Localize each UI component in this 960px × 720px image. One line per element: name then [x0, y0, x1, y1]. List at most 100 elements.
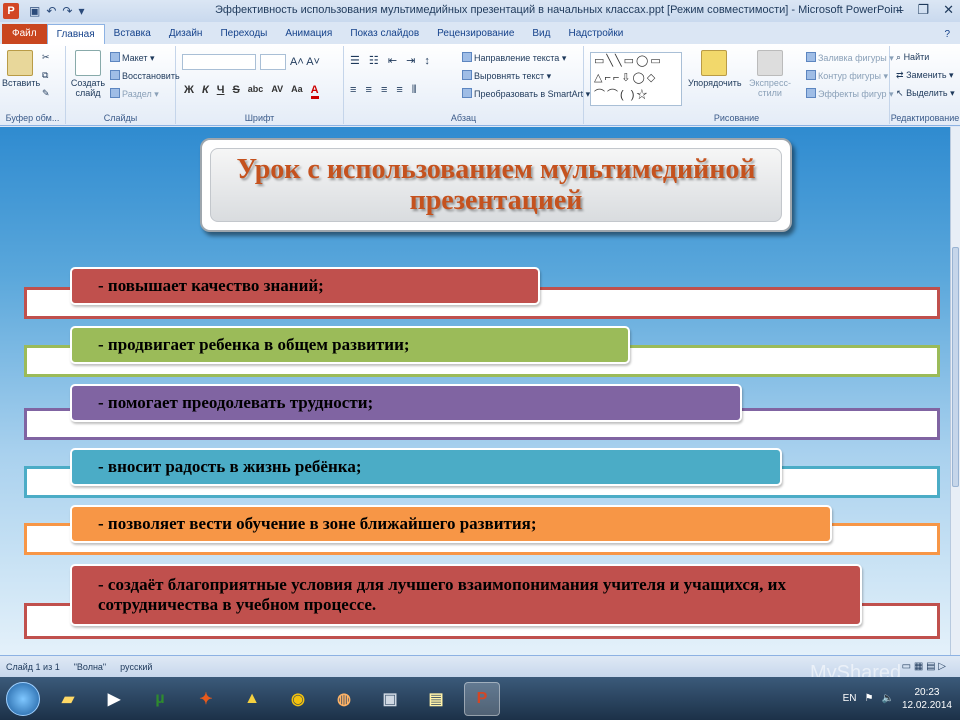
font-color-icon[interactable]: A — [310, 84, 319, 99]
section-label: Раздел — [122, 89, 152, 99]
redo-icon[interactable]: ↷ — [62, 4, 72, 18]
tab-home[interactable]: Главная — [46, 24, 105, 44]
shape-fill-icon — [806, 52, 816, 62]
cut-icon[interactable]: ✂ — [42, 52, 50, 63]
tab-addins[interactable]: Надстройки — [559, 24, 632, 44]
reset-button[interactable]: Восстановить — [110, 70, 180, 81]
list-icons[interactable]: ☰ ☷ ⇤ ⇥ ↕ — [350, 54, 433, 67]
shape-effects-label: Эффекты фигур — [818, 89, 887, 99]
font-group-label: Шрифт — [244, 113, 275, 123]
tab-view[interactable]: Вид — [523, 24, 559, 44]
taskbar-save-icon[interactable]: ▣ — [372, 682, 408, 716]
section-button[interactable]: Раздел ▾ — [110, 88, 159, 100]
help-icon[interactable]: ? — [944, 29, 950, 44]
bullet-item[interactable]: - повышает качество знаний; — [70, 267, 540, 305]
tray-flag-icon[interactable]: ⚑ — [865, 693, 874, 704]
layout-icon — [110, 52, 120, 62]
customize-qat-icon[interactable]: ▾ — [78, 4, 84, 18]
ribbon-tabs: Файл Главная Вставка Дизайн Переходы Ани… — [0, 22, 960, 44]
taskbar-firefox-icon[interactable]: ◍ — [326, 682, 362, 716]
tab-review[interactable]: Рецензирование — [428, 24, 523, 44]
shape-effects-button[interactable]: Эффекты фигур ▾ — [806, 88, 894, 100]
tab-slideshow[interactable]: Показ слайдов — [341, 24, 428, 44]
replace-button[interactable]: ⇄ Заменить ▾ — [896, 70, 954, 81]
text-direction-button[interactable]: Направление текста ▾ — [462, 52, 566, 64]
taskbar-utorrent-icon[interactable]: µ — [142, 682, 178, 716]
vertical-scrollbar[interactable] — [950, 127, 960, 655]
slide-title[interactable]: Урок с использованием мультимедийной пре… — [202, 154, 790, 216]
arrange-button[interactable]: Упорядочить — [688, 50, 742, 88]
save-icon[interactable]: ▣ — [29, 4, 40, 18]
font-size-input[interactable] — [260, 54, 286, 70]
grow-font-icon[interactable]: A˄ A˅ — [290, 56, 320, 68]
format-painter-icon[interactable]: ✎ — [42, 88, 50, 99]
paste-button[interactable]: Вставить — [2, 50, 40, 88]
language-tray[interactable]: EN — [843, 693, 857, 704]
quick-styles-button[interactable]: Экспресс-стили — [742, 50, 798, 98]
case-button[interactable]: Aa — [291, 84, 303, 99]
copy-icon[interactable]: ⧉ — [42, 70, 48, 81]
bullet-item[interactable]: - продвигает ребенка в общем развитии; — [70, 326, 630, 364]
select-button[interactable]: ↖ Выделить ▾ — [896, 88, 955, 99]
shapes-gallery[interactable]: ▭╲╲▭◯▭ △⌐⌐⇩◯◇ ⌒⌒( )☆ — [590, 52, 682, 106]
clock[interactable]: 20:23 12.02.2014 — [902, 686, 952, 712]
select-label: Выделить — [906, 88, 948, 98]
bullet-item[interactable]: - вносит радость в жизнь ребёнка; — [70, 448, 782, 486]
strikethrough-button[interactable]: S — [232, 84, 239, 99]
taskbar-notes-icon[interactable]: ▤ — [418, 682, 454, 716]
tab-insert[interactable]: Вставка — [105, 24, 160, 44]
new-slide-button[interactable]: Создать слайд — [70, 50, 106, 98]
paste-icon — [7, 50, 33, 76]
bullet-item[interactable]: - помогает преодолевать трудности; — [70, 384, 742, 422]
taskbar-folder-icon[interactable]: ▰ — [50, 682, 86, 716]
group-paragraph: ☰ ☷ ⇤ ⇥ ↕ ≡ ≡ ≡ ≡ ⫴ Направление текста ▾… — [344, 46, 590, 124]
theme-name[interactable]: "Волна" — [74, 662, 106, 672]
tab-transitions[interactable]: Переходы — [211, 24, 276, 44]
clipboard-group-label: Буфер обм... — [5, 113, 60, 123]
shape-outline-button[interactable]: Контур фигуры ▾ — [806, 70, 888, 82]
view-controls[interactable]: ▭ ▦ ▤ ▷ — [902, 661, 946, 672]
smartart-label: Преобразовать в SmartArt — [474, 89, 584, 99]
underline-button[interactable]: Ч — [217, 84, 225, 99]
language-indicator[interactable]: русский — [120, 662, 152, 672]
taskbar-media-icon[interactable]: ▶ — [96, 682, 132, 716]
tab-animation[interactable]: Анимация — [276, 24, 341, 44]
powerpoint-app-icon[interactable]: P — [3, 3, 19, 19]
bullet-item-text: - повышает качество знаний; — [98, 276, 324, 295]
taskbar-chrome-icon[interactable]: ◉ — [280, 682, 316, 716]
shape-fill-button[interactable]: Заливка фигуры ▾ — [806, 52, 894, 64]
taskbar-app-icon[interactable]: ✦ — [188, 682, 224, 716]
shadow-button[interactable]: abc — [248, 84, 264, 99]
tab-design[interactable]: Дизайн — [160, 24, 212, 44]
minimize-icon[interactable]: – — [896, 2, 903, 18]
maximize-icon[interactable]: ❐ — [917, 2, 929, 18]
italic-button[interactable]: К — [202, 84, 209, 99]
start-button[interactable] — [6, 681, 40, 716]
find-button[interactable]: ⌕ Найти — [896, 52, 929, 63]
paragraph-group-label: Абзац — [450, 113, 477, 123]
window-title: Эффективность использования мультимедийн… — [215, 4, 903, 16]
spacing-button[interactable]: AV — [271, 84, 283, 99]
bold-button[interactable]: Ж — [184, 84, 194, 99]
bullet-item[interactable]: - позволяет вести обучение в зоне ближай… — [70, 505, 832, 543]
tray-volume-icon[interactable]: 🔈 — [881, 693, 893, 704]
font-name-input[interactable] — [182, 54, 256, 70]
align-text-label: Выровнять текст — [474, 71, 545, 81]
bullet-item[interactable]: - создаёт благоприятные условия для лучш… — [70, 564, 862, 626]
align-text-icon — [462, 70, 472, 80]
new-slide-icon — [75, 50, 101, 76]
align-text-button[interactable]: Выровнять текст ▾ — [462, 70, 551, 82]
smartart-button[interactable]: Преобразовать в SmartArt ▾ — [462, 88, 590, 100]
shape-effects-icon — [806, 88, 816, 98]
taskbar-powerpoint-icon[interactable]: P — [464, 681, 500, 716]
scrollbar-thumb[interactable] — [952, 247, 959, 487]
tab-file[interactable]: Файл — [2, 24, 47, 44]
taskbar-daemon-icon[interactable]: ▲ — [234, 682, 270, 716]
shape-outline-label: Контур фигуры — [818, 71, 881, 81]
close-icon[interactable]: ✕ — [943, 2, 954, 18]
layout-button[interactable]: Макет ▾ — [110, 52, 155, 64]
align-icons[interactable]: ≡ ≡ ≡ ≡ ⫴ — [350, 84, 420, 97]
undo-icon[interactable]: ↶ — [46, 4, 56, 18]
slide-title-frame[interactable]: Урок с использованием мультимедийной пре… — [200, 138, 792, 232]
group-editing: ⌕ Найти ⇄ Заменить ▾ ↖ Выделить ▾ Редакт… — [890, 46, 960, 124]
